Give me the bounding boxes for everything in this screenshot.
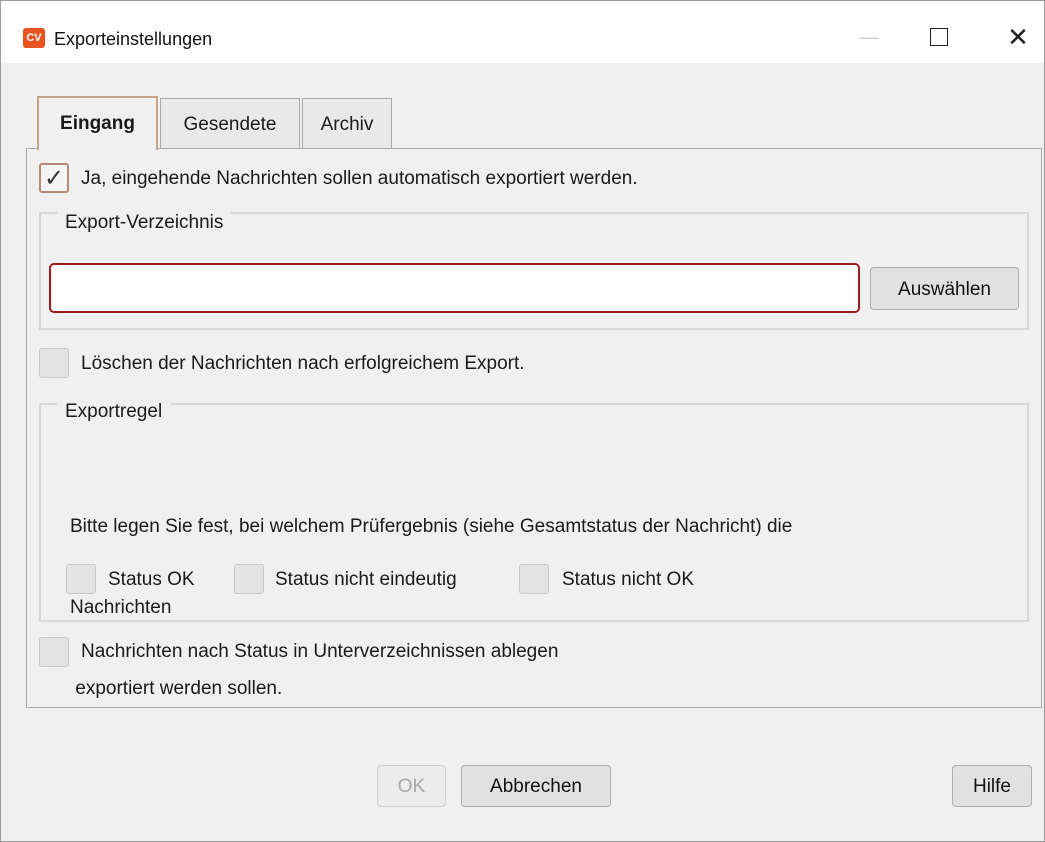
close-button[interactable]: ✕ (988, 15, 1045, 59)
checkmark-icon: ✓ (44, 165, 65, 192)
status-unclear-label: Status nicht eindeutig (275, 569, 457, 590)
cancel-button[interactable]: Abbrechen (461, 765, 611, 807)
auto-export-checkbox[interactable]: ✓ (39, 163, 69, 193)
export-rule-description-line: exportiert werden sollen. (70, 678, 283, 699)
delete-after-export-checkbox[interactable] (39, 348, 69, 378)
ok-button[interactable]: OK (377, 765, 446, 807)
export-rule-group-title: Exportregel (57, 401, 171, 423)
auto-export-label: Ja, eingehende Nachrichten sollen automa… (81, 168, 638, 189)
export-dir-input[interactable] (49, 263, 860, 313)
dialog-window: CV Exporteinstellungen — ✕ Eingang Gesen… (0, 0, 1045, 842)
export-dir-group-title: Export-Verzeichnis (57, 212, 232, 234)
window-title: Exporteinstellungen (54, 29, 213, 49)
tab-archiv[interactable]: Archiv (302, 98, 392, 148)
export-rule-description: Bitte legen Sie fest, bei welchem Prüfer… (70, 459, 792, 756)
help-button[interactable]: Hilfe (952, 765, 1032, 807)
choose-directory-button[interactable]: Auswählen (870, 267, 1019, 310)
minimize-button[interactable]: — (839, 15, 899, 59)
title-bar: CV Exporteinstellungen — ✕ (1, 1, 1044, 63)
maximize-icon (930, 28, 948, 46)
status-ok-label: Status OK (108, 569, 195, 590)
status-not-ok-label: Status nicht OK (562, 569, 695, 590)
export-rule-description-line: Nachrichten (70, 597, 172, 618)
subfolders-label: Nachrichten nach Status in Unterverzeich… (81, 641, 559, 662)
status-ok-checkbox[interactable] (66, 564, 96, 594)
tab-eingang[interactable]: Eingang (37, 96, 158, 150)
app-logo-icon: CV (23, 28, 45, 48)
tab-gesendete[interactable]: Gesendete (160, 98, 300, 148)
status-unclear-checkbox[interactable] (234, 564, 264, 594)
status-not-ok-checkbox[interactable] (519, 564, 549, 594)
export-rule-description-line: Bitte legen Sie fest, bei welchem Prüfer… (70, 516, 793, 537)
subfolders-checkbox[interactable] (39, 637, 69, 667)
delete-after-export-label: Löschen der Nachrichten nach erfolgreich… (81, 353, 525, 374)
maximize-button[interactable] (909, 15, 969, 59)
